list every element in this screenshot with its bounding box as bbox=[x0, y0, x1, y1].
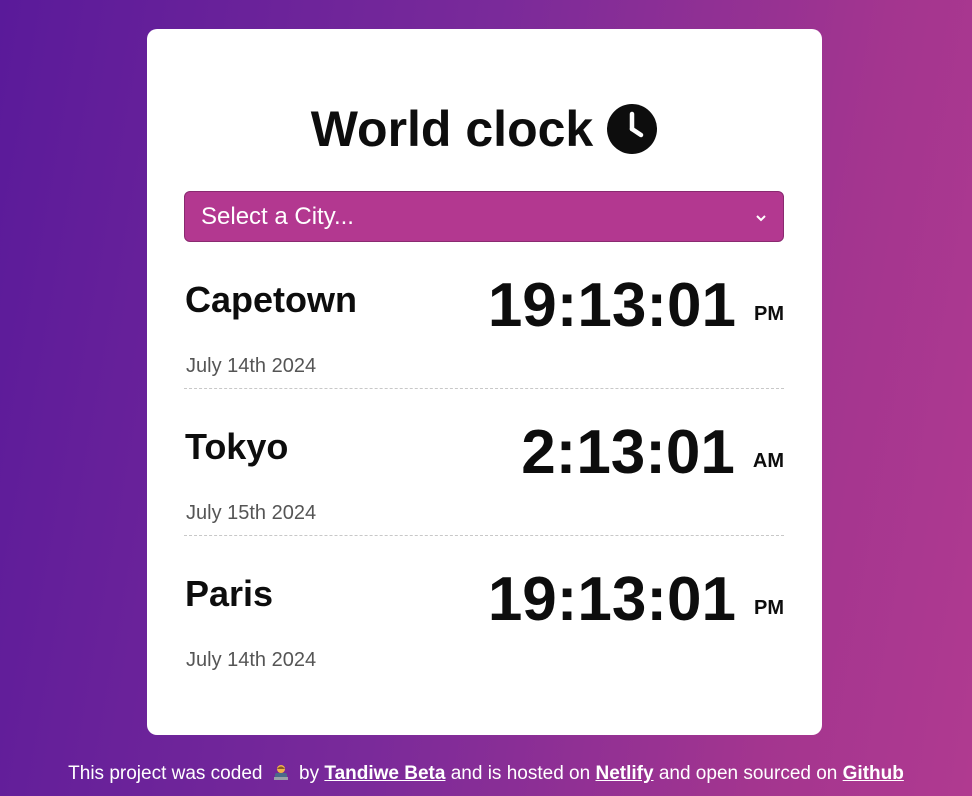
footer-text: This project was coded bbox=[68, 763, 263, 784]
technologist-emoji-icon bbox=[272, 764, 290, 782]
city-name: Tokyo bbox=[185, 426, 289, 467]
footer: This project was coded by Tandiwe Beta a… bbox=[0, 763, 972, 785]
city-time-wrap: 2:13:01 AM bbox=[521, 421, 784, 485]
city-time: 2:13:01 bbox=[521, 418, 735, 487]
page-title: World clock bbox=[184, 101, 784, 157]
clock-icon bbox=[607, 104, 658, 154]
title-text: World clock bbox=[310, 101, 594, 157]
world-clock-card: World clock Select a City... Capetown 19… bbox=[147, 29, 822, 735]
footer-text: and is hosted on bbox=[450, 763, 591, 784]
city-name: Paris bbox=[185, 573, 274, 614]
city-ampm: PM bbox=[754, 597, 784, 619]
city-time: 19:13:01 bbox=[487, 271, 736, 340]
city-select-wrapper: Select a City... bbox=[184, 191, 784, 242]
footer-text: by bbox=[299, 763, 320, 784]
city-select[interactable]: Select a City... bbox=[184, 191, 784, 242]
city-name: Capetown bbox=[185, 279, 358, 320]
city-date: July 14th 2024 bbox=[186, 649, 317, 671]
city-time-wrap: 19:13:01 PM bbox=[488, 274, 784, 338]
city-ampm: PM bbox=[754, 303, 784, 325]
city-date: July 14th 2024 bbox=[186, 355, 317, 377]
city-ampm: AM bbox=[752, 450, 784, 472]
footer-text: and open sourced on bbox=[658, 763, 838, 784]
netlify-link[interactable]: Netlify bbox=[595, 763, 653, 784]
author-link[interactable]: Tandiwe Beta bbox=[324, 763, 445, 784]
city-time-wrap: 19:13:01 PM bbox=[488, 568, 784, 632]
city-row-tokyo: Tokyo 2:13:01 AM July 15th 2024 bbox=[184, 389, 784, 536]
city-date: July 15th 2024 bbox=[186, 502, 317, 524]
city-time: 19:13:01 bbox=[487, 565, 736, 634]
github-link[interactable]: Github bbox=[843, 763, 904, 784]
city-row-paris: Paris 19:13:01 PM July 14th 2024 bbox=[184, 536, 784, 682]
city-row-capetown: Capetown 19:13:01 PM July 14th 2024 bbox=[184, 242, 784, 389]
chevron-down-icon bbox=[755, 203, 767, 231]
city-select-value: Select a City... bbox=[201, 202, 354, 230]
